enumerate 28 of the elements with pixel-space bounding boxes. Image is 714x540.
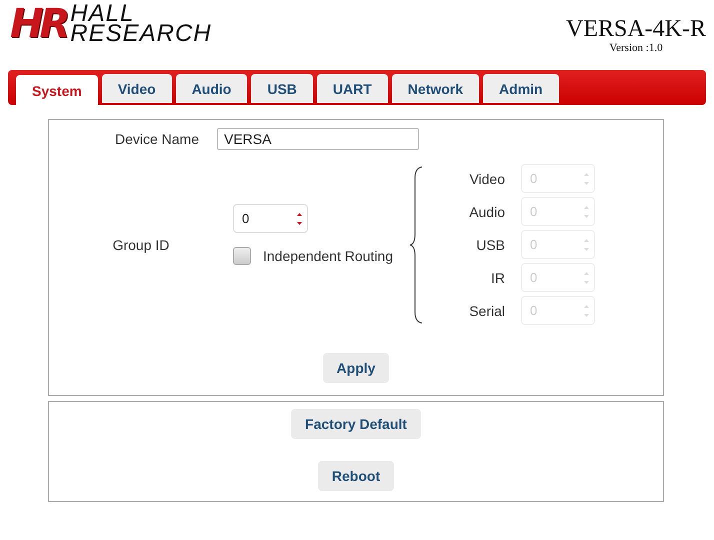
spinner-arrows-icon[interactable] [296, 210, 303, 226]
system-button[interactable]: Reboot [318, 461, 394, 491]
product-name: VERSA-4K-R [566, 16, 706, 42]
tab[interactable]: Network [392, 74, 480, 103]
field-label: Device Name [114, 131, 200, 147]
version-label: Version :1.0 [609, 42, 663, 54]
group-id-spinner[interactable]: 0 [233, 204, 308, 233]
field-label: IR [490, 270, 505, 286]
tab[interactable]: UART [316, 74, 388, 103]
apply-button[interactable]: Apply [322, 353, 390, 383]
field-label: Group ID [112, 236, 170, 252]
field-label: Serial [468, 302, 505, 318]
device-name-field[interactable]: VERSA [217, 128, 419, 150]
system-button[interactable]: Factory Default [291, 409, 421, 439]
tab[interactable]: System [16, 75, 98, 106]
tab[interactable]: USB [251, 74, 313, 103]
checkbox[interactable] [233, 247, 251, 265]
logo-text: HALL [70, 4, 134, 24]
field-label: Audio [468, 204, 505, 220]
logo-mark: HR [10, 4, 66, 44]
field-label: Video [468, 170, 505, 186]
brace-icon [409, 166, 423, 324]
tab[interactable]: Video [102, 74, 172, 103]
checkbox-label: Independent Routing [263, 248, 393, 264]
logo-text: RESEARCH [70, 24, 212, 44]
tab[interactable]: Admin [483, 74, 559, 103]
tab[interactable]: Audio [176, 74, 248, 103]
field-label: USB [475, 236, 505, 252]
